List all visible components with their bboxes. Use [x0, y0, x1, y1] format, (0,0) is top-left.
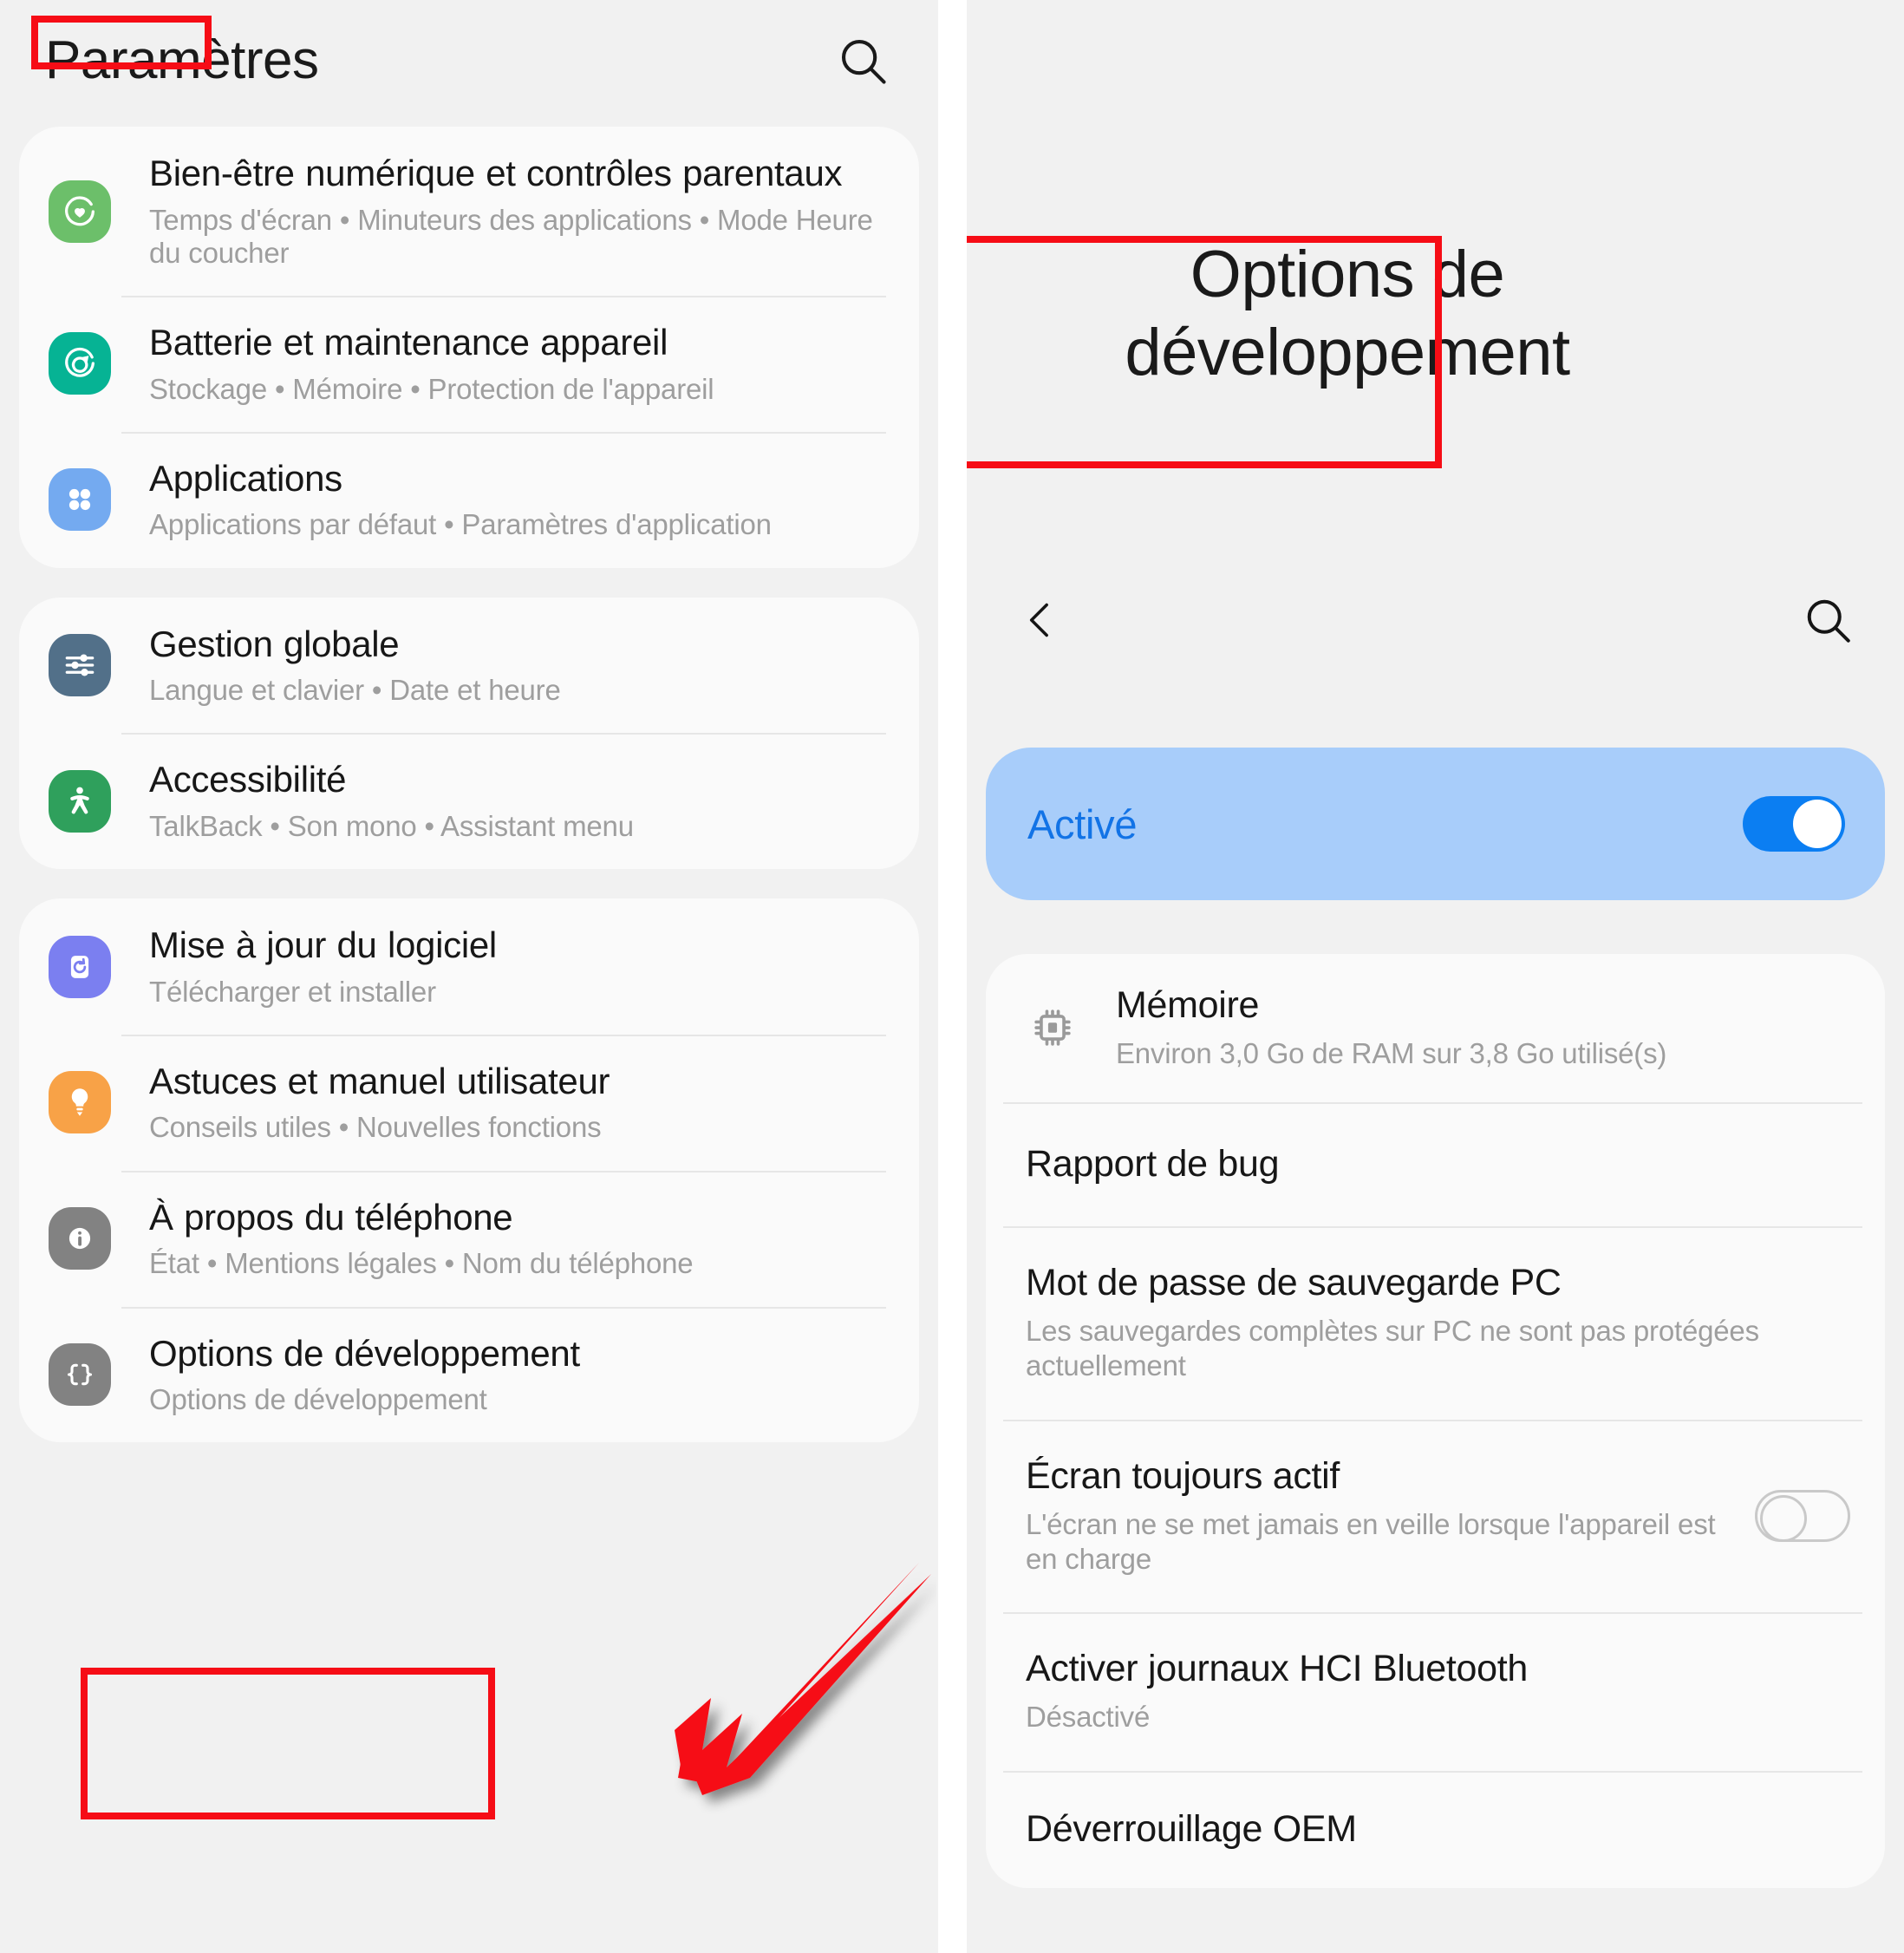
list-item-bug-report[interactable]: Rapport de bug [986, 1101, 1885, 1226]
page-title: Paramètres [45, 30, 319, 90]
sidebar-item-label: Accessibilité [149, 759, 347, 800]
list-item-oem-unlocking[interactable]: Déverrouillage OEM [986, 1771, 1885, 1888]
sidebar-item-sublabel: Télécharger et installer [149, 975, 436, 1008]
annotation-arrow [572, 1544, 936, 1839]
stay-awake-toggle[interactable] [1755, 1489, 1850, 1542]
sidebar-item-label: Astuces et manuel utilisateur [149, 1060, 610, 1101]
list-item-text: Déverrouillage OEM [1026, 1808, 1850, 1851]
list-item-sublabel: Environ 3,0 Go de RAM sur 3,8 Go utilisé… [1116, 1037, 1667, 1070]
sidebar-item-label: Gestion globale [149, 623, 400, 664]
row-text: Options de développement Options de déve… [149, 1333, 884, 1417]
settings-screen: Paramètres Bien-être numérique et contrô… [0, 0, 938, 1953]
list-item-text: Mémoire Environ 3,0 Go de RAM sur 3,8 Go… [1116, 984, 1850, 1071]
list-item-label: Rapport de bug [1026, 1142, 1280, 1185]
list-item-label: Écran toujours actif [1026, 1454, 1340, 1497]
list-item-text: Rapport de bug [1026, 1142, 1850, 1185]
sidebar-item-sublabel: Conseils utiles • Nouvelles fonctions [149, 1111, 602, 1144]
developer-options-enable-toggle-row[interactable]: Activé [986, 748, 1885, 900]
row-text: À propos du téléphone État • Mentions lé… [149, 1197, 884, 1281]
sidebar-item-label: Bien-être numérique et contrôles parenta… [149, 153, 843, 193]
list-item-bluetooth-hci-log[interactable]: Activer journaux HCI Bluetooth Désactivé [986, 1612, 1885, 1771]
screenshot-root: Paramètres Bien-être numérique et contrô… [0, 0, 1904, 1953]
list-item-text: Écran toujours actif L'écran ne se met j… [1026, 1454, 1755, 1576]
sidebar-item-label: À propos du téléphone [149, 1196, 513, 1238]
annotation-box-developer-options [81, 1668, 495, 1819]
row-text: Accessibilité TalkBack • Son mono • Assi… [149, 759, 884, 843]
settings-group-2: Gestion globale Langue et clavier • Date… [19, 597, 919, 870]
sidebar-item-battery-device-care[interactable]: Batterie et maintenance appareil Stockag… [19, 296, 919, 432]
sidebar-item-label: Mise à jour du logiciel [149, 924, 497, 966]
sidebar-item-tips-user-manual[interactable]: Astuces et manuel utilisateur Conseils u… [19, 1034, 919, 1171]
list-item-sublabel: Les sauvegardes complètes sur PC ne sont… [1026, 1315, 1759, 1382]
lightbulb-tips-icon [49, 1071, 111, 1134]
list-item-pc-backup-password[interactable]: Mot de passe de sauvegarde PC Les sauveg… [986, 1226, 1885, 1419]
chevron-left-icon[interactable] [1007, 587, 1073, 653]
software-update-icon [49, 935, 111, 998]
row-text: Batterie et maintenance appareil Stockag… [149, 322, 884, 406]
battery-care-icon [49, 332, 111, 395]
enable-label: Activé [1027, 800, 1138, 847]
search-icon[interactable] [832, 30, 893, 91]
sidebar-item-sublabel: Options de développement [149, 1383, 487, 1416]
sidebar-item-general-management[interactable]: Gestion globale Langue et clavier • Date… [19, 598, 919, 734]
settings-header: Paramètres [0, 0, 938, 121]
row-text: Applications Applications par défaut • P… [149, 458, 884, 542]
row-text: Gestion globale Langue et clavier • Date… [149, 624, 884, 708]
list-item-label: Mémoire [1116, 984, 1260, 1026]
sidebar-item-sublabel: Applications par défaut • Paramètres d'a… [149, 508, 772, 541]
sliders-icon [49, 634, 111, 696]
list-item-sublabel: L'écran ne se met jamais en veille lorsq… [1026, 1507, 1716, 1575]
list-item-label: Activer journaux HCI Bluetooth [1026, 1648, 1528, 1690]
row-text: Mise à jour du logiciel Télécharger et i… [149, 924, 884, 1009]
list-item-memory[interactable]: Mémoire Environ 3,0 Go de RAM sur 3,8 Go… [986, 954, 1885, 1102]
sidebar-item-software-update[interactable]: Mise à jour du logiciel Télécharger et i… [19, 898, 919, 1035]
sidebar-item-about-phone[interactable]: À propos du téléphone État • Mentions lé… [19, 1170, 919, 1307]
sidebar-item-developer-options[interactable]: Options de développement Options de déve… [19, 1306, 919, 1443]
curly-braces-icon [49, 1342, 111, 1406]
settings-group-1: Bien-être numérique et contrôles parenta… [19, 127, 919, 568]
developer-options-hero: Options de développement [967, 0, 1904, 555]
sidebar-item-digital-wellbeing[interactable]: Bien-être numérique et contrôles parenta… [19, 127, 919, 296]
memory-chip-icon [1026, 1001, 1079, 1055]
sidebar-item-sublabel: État • Mentions légales • Nom du télépho… [149, 1247, 694, 1280]
developer-options-navbar [967, 555, 1904, 685]
apps-grid-icon [49, 468, 111, 532]
developer-options-list: Mémoire Environ 3,0 Go de RAM sur 3,8 Go… [986, 954, 1885, 1889]
row-text: Bien-être numérique et contrôles parenta… [149, 153, 884, 270]
list-item-stay-awake[interactable]: Écran toujours actif L'écran ne se met j… [986, 1419, 1885, 1612]
sidebar-item-sublabel: Temps d'écran • Minuteurs des applicatio… [149, 203, 873, 269]
developer-options-screen: Options de développement Activé Mémoire … [967, 0, 1904, 1953]
list-item-text: Activer journaux HCI Bluetooth Désactivé [1026, 1648, 1850, 1734]
info-circle-icon [49, 1207, 111, 1270]
digital-wellbeing-icon [49, 180, 111, 243]
hero-title: Options de développement [1125, 238, 1570, 389]
list-item-sublabel: Désactivé [1026, 1701, 1151, 1734]
sidebar-item-applications[interactable]: Applications Applications par défaut • P… [19, 431, 919, 568]
sidebar-item-sublabel: TalkBack • Son mono • Assistant menu [149, 809, 634, 842]
sidebar-item-accessibility[interactable]: Accessibilité TalkBack • Son mono • Assi… [19, 733, 919, 869]
search-icon[interactable] [1795, 587, 1861, 653]
sidebar-item-label: Options de développement [149, 1332, 580, 1374]
list-item-text: Mot de passe de sauvegarde PC Les sauveg… [1026, 1262, 1850, 1382]
sidebar-item-sublabel: Stockage • Mémoire • Protection de l'app… [149, 372, 714, 405]
sidebar-item-sublabel: Langue et clavier • Date et heure [149, 674, 561, 707]
accessibility-person-icon [49, 769, 111, 833]
sidebar-item-label: Batterie et maintenance appareil [149, 322, 668, 363]
list-item-label: Mot de passe de sauvegarde PC [1026, 1262, 1562, 1304]
enable-toggle[interactable] [1743, 796, 1845, 852]
sidebar-item-label: Applications [149, 457, 342, 499]
list-item-label: Déverrouillage OEM [1026, 1808, 1357, 1851]
row-text: Astuces et manuel utilisateur Conseils u… [149, 1061, 884, 1145]
panel-divider [938, 0, 967, 1953]
settings-group-3: Mise à jour du logiciel Télécharger et i… [19, 898, 919, 1443]
